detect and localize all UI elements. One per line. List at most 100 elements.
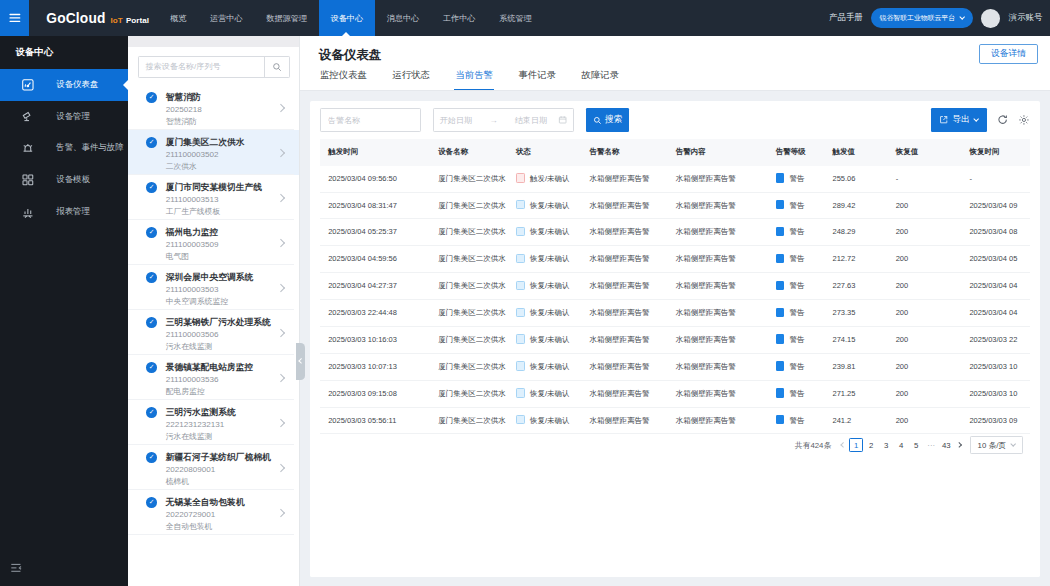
device-list-item[interactable]: 三明污水监测系统 2221231232131 污水在线监测	[128, 400, 299, 445]
product-manual-link[interactable]: 产品手册	[829, 12, 863, 24]
cell-trigger-time: 2025/03/03 10:07:13	[320, 354, 430, 381]
nav-item-datasource[interactable]: 数据源管理	[254, 0, 318, 36]
table-row[interactable]: 2025/03/04 05:25:37 厦门集美区二次供水 恢复/未确认 水箱侧…	[320, 219, 1030, 246]
sidebar-collapse-button[interactable]	[9, 561, 23, 575]
device-template-name: 污水在线监测	[166, 431, 299, 442]
account-name[interactable]: 演示账号	[1009, 12, 1043, 24]
export-button[interactable]: 导出	[931, 108, 987, 132]
page-number[interactable]: 2	[864, 438, 878, 452]
prev-page-button[interactable]	[838, 443, 849, 447]
table-row[interactable]: 2025/03/04 04:27:37 厦门集美区二次供水 恢复/未确认 水箱侧…	[320, 273, 1030, 300]
cell-status: 恢复/未确认	[508, 246, 582, 273]
menu-toggle-button[interactable]	[0, 0, 29, 36]
cell-recover-value: -	[888, 166, 962, 193]
template-grid-icon	[21, 173, 35, 187]
cell-alarm-level: 警告	[768, 246, 825, 273]
sidebar-item-device-template[interactable]: 设备模板	[0, 164, 128, 196]
status-square-icon	[516, 254, 525, 263]
dashboard-icon	[21, 78, 35, 92]
nav-item-device-center[interactable]: 设备中心	[319, 0, 375, 36]
device-search-button[interactable]	[264, 57, 289, 76]
total-count: 共有424条	[795, 440, 831, 451]
table-row[interactable]: 2025/03/04 04:59:56 厦门集美区二次供水 恢复/未确认 水箱侧…	[320, 246, 1030, 273]
platform-selector[interactable]: 锐谷智联工业物联云平台	[871, 8, 972, 27]
level-square-icon	[776, 308, 785, 317]
device-name: 三明污水监测系统	[166, 406, 236, 419]
cell-trigger-time: 2025/03/03 05:56:11	[320, 408, 430, 435]
device-list-item[interactable]: 无锡某全自动包装机 20220729001 全自动包装机	[128, 490, 299, 535]
cell-recover-time: 2025/03/03 10	[961, 354, 1030, 381]
device-list-item[interactable]: 景德镇某配电站房监控 211100003536 配电房监控	[128, 355, 299, 400]
avatar[interactable]	[981, 9, 1000, 28]
device-list-item[interactable]: 厦门集美区二次供水 211100003502 二次供水	[128, 130, 299, 175]
device-list-item[interactable]: 新疆石河子某纺织厂梳棉机 20220809001 梳棉机	[128, 445, 299, 490]
refresh-button[interactable]	[997, 114, 1008, 125]
tab-running-status[interactable]: 运行状态	[391, 69, 431, 89]
device-detail-button[interactable]: 设备详情	[979, 44, 1037, 64]
page-number[interactable]: 1	[849, 438, 863, 452]
settings-gear-button[interactable]	[1018, 114, 1030, 126]
sidebar-item-alarm-events[interactable]: 告警、事件与故障	[0, 133, 128, 165]
table-row[interactable]: 2025/03/03 22:44:48 厦门集美区二次供水 恢复/未确认 水箱侧…	[320, 300, 1030, 327]
page-title: 设备仪表盘	[319, 36, 1050, 64]
nav-item-message-center[interactable]: 消息中心	[375, 0, 431, 36]
cell-alarm-name: 水箱侧壁距离告警	[581, 354, 667, 381]
cell-alarm-name: 水箱侧壁距离告警	[581, 246, 667, 273]
device-list-item[interactable]: 厦门市同安某模切生产线 211100003513 工厂生产线模板	[128, 175, 299, 220]
device-list-item[interactable]: 智慧消防 20250218 智慧消防	[128, 85, 299, 130]
page-number[interactable]: 5	[909, 438, 923, 452]
table-row[interactable]: 2025/03/03 10:07:13 厦门集美区二次供水 恢复/未确认 水箱侧…	[320, 354, 1030, 381]
device-icon	[21, 110, 35, 124]
device-list-item[interactable]: 三明某钢铁厂污水处理系统 211100003506 污水在线监测	[128, 310, 299, 355]
device-list-item[interactable]: 深圳会展中央空调系统 211100003503 中央空调系统监控	[128, 265, 299, 310]
panel-top-band	[128, 36, 299, 47]
table-row[interactable]: 2025/03/04 09:56:50 厦门集美区二次供水 触发/未确认 水箱侧…	[320, 166, 1030, 193]
alarm-icon	[21, 142, 35, 156]
cell-alarm-name: 水箱侧壁距离告警	[581, 408, 667, 435]
cell-recover-value: 200	[888, 273, 962, 300]
sidebar-item-report-management[interactable]: 报表管理	[0, 196, 128, 228]
cell-device-name: 厦门集美区二次供水	[430, 408, 508, 435]
tab-event-records[interactable]: 事件记录	[517, 69, 557, 89]
table-row[interactable]: 2025/03/03 05:56:11 厦门集美区二次供水 恢复/未确认 水箱侧…	[320, 408, 1030, 435]
nav-item-overview[interactable]: 概览	[158, 0, 198, 36]
page-number[interactable]: 43	[939, 438, 953, 452]
device-list: 智慧消防 20250218 智慧消防 厦门集美区二次供水 21110000350…	[128, 85, 299, 586]
tab-fault-records[interactable]: 故障记录	[580, 69, 620, 89]
cell-trigger-value: 227.63	[824, 273, 887, 300]
device-search-input[interactable]	[139, 57, 264, 76]
table-row[interactable]: 2025/03/03 10:16:03 厦门集美区二次供水 恢复/未确认 水箱侧…	[320, 327, 1030, 354]
sidebar-item-device-management[interactable]: 设备管理	[0, 101, 128, 133]
next-page-button[interactable]	[954, 443, 965, 447]
alarm-name-input[interactable]	[320, 108, 421, 132]
nav-item-system[interactable]: 系统管理	[487, 0, 543, 36]
tab-monitor-dashboard[interactable]: 监控仪表盘	[319, 69, 368, 89]
cell-alarm-name: 水箱侧壁距离告警	[581, 327, 667, 354]
report-chart-icon	[21, 205, 35, 219]
panel-collapse-handle[interactable]	[296, 343, 305, 380]
level-square-icon	[776, 415, 785, 424]
table-row[interactable]: 2025/03/03 09:15:08 厦门集美区二次供水 恢复/未确认 水箱侧…	[320, 381, 1030, 408]
page-number[interactable]: ···	[924, 438, 938, 452]
sidebar: 设备中心 设备仪表盘 设备管理 告警、事件与故障 设备模板 报表管理	[0, 36, 128, 586]
nav-item-work-center[interactable]: 工作中心	[431, 0, 487, 36]
nav-item-operation-center[interactable]: 运营中心	[198, 0, 254, 36]
device-name: 厦门集美区二次供水	[166, 136, 245, 149]
sidebar-item-device-dashboard[interactable]: 设备仪表盘	[0, 69, 128, 101]
page-size-select[interactable]: 10 条/页	[970, 436, 1023, 455]
device-template-name: 梳棉机	[166, 476, 299, 487]
page-number[interactable]: 3	[879, 438, 893, 452]
logo-main: GoCloud	[46, 11, 105, 26]
table-row[interactable]: 2025/03/04 08:31:47 厦门集美区二次供水 恢复/未确认 水箱侧…	[320, 193, 1030, 220]
search-button[interactable]: 搜索	[586, 108, 630, 132]
date-range-picker[interactable]: 开始日期 → 结束日期	[433, 108, 575, 132]
pagination: 共有424条 12345···43 10 条/页	[320, 436, 1030, 455]
cell-recover-value: 200	[888, 300, 962, 327]
cell-status: 恢复/未确认	[508, 408, 582, 435]
device-list-item[interactable]: 福州电力监控 211100003509 电气图	[128, 220, 299, 265]
page-number[interactable]: 4	[894, 438, 908, 452]
cell-alarm-level: 警告	[768, 219, 825, 246]
app-root: GoCloud IoT Portal 概览 运营中心 数据源管理 设备中心 消息…	[0, 0, 1050, 586]
cell-alarm-level: 警告	[768, 193, 825, 220]
tab-current-alarms[interactable]: 当前告警	[454, 69, 494, 89]
